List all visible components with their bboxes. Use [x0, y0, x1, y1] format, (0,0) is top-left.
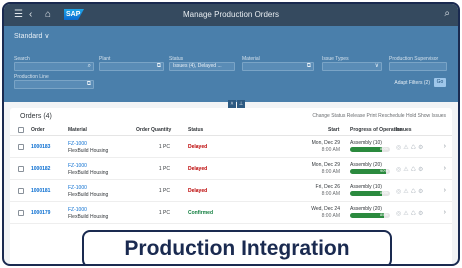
material-name: FlexBuild Housing: [68, 170, 109, 176]
chevron-right-icon[interactable]: ›: [444, 209, 446, 216]
material-id-link[interactable]: FZ-1000: [68, 163, 87, 169]
issue-icons[interactable]: ◎⚠♺⚙: [396, 166, 425, 173]
operation-label[interactable]: Assembly (20): [350, 162, 382, 168]
shell-bar: ☰ ‹ ⌂ SAP Manage Production Orders ⌕: [4, 4, 458, 26]
column-header-material[interactable]: Material: [68, 127, 87, 133]
progress-fill: [350, 213, 384, 218]
row-checkbox[interactable]: [18, 188, 24, 194]
order-link[interactable]: 1000179: [31, 210, 50, 216]
column-header-status[interactable]: Status: [188, 127, 203, 133]
start-time: 8:00 AM: [321, 147, 340, 153]
operation-label[interactable]: Assembly (20): [350, 206, 382, 212]
chevron-right-icon[interactable]: ›: [444, 165, 446, 172]
value-help-icon[interactable]: ⧉: [87, 81, 91, 88]
material-id-link[interactable]: FZ-1000: [68, 141, 87, 147]
progress-percent: 80%: [379, 147, 388, 151]
go-button[interactable]: Go: [434, 78, 446, 87]
issue-icons[interactable]: ◎⚠♺⚙: [396, 144, 425, 151]
material-name: FlexBuild Housing: [68, 148, 109, 154]
progress-bar: 80%: [350, 191, 390, 196]
status-text: Delayed: [188, 144, 208, 150]
column-header-start[interactable]: Start: [328, 127, 339, 133]
table-row[interactable]: 1000179 FZ-1000 FlexBuild Housing 1 PC Confi…: [10, 203, 452, 224]
material-id-link[interactable]: FZ-1000: [68, 207, 87, 213]
progress-fill: [350, 191, 382, 196]
adapt-filters-button[interactable]: Adapt Filters (2): [394, 80, 430, 86]
issue-icons[interactable]: ◎⚠♺⚙: [396, 210, 425, 217]
order-link[interactable]: 1000181: [31, 188, 50, 194]
progress-percent: 85%: [379, 213, 388, 217]
search-icon[interactable]: ⌕: [444, 8, 450, 19]
chevron-right-icon[interactable]: ›: [444, 187, 446, 194]
order-quantity: 1 PC: [158, 188, 170, 194]
column-header-quantity[interactable]: Order Quantity: [136, 127, 171, 133]
supervisor-field[interactable]: [389, 62, 447, 71]
caption-badge: Production Integration: [82, 230, 392, 264]
operation-label[interactable]: Assembly (10): [350, 140, 382, 146]
dropdown-icon[interactable]: ∨: [375, 63, 379, 70]
start-time: 8:00 AM: [321, 191, 340, 197]
start-date: Mon, Dec 29: [311, 140, 340, 146]
app-title[interactable]: Manage Production Orders: [4, 10, 458, 19]
select-all-checkbox[interactable]: [18, 127, 24, 133]
material-name: FlexBuild Housing: [68, 192, 109, 198]
start-date: Mon, Dec 29: [311, 162, 340, 168]
material-name: FlexBuild Housing: [68, 214, 109, 220]
row-checkbox[interactable]: [18, 166, 24, 172]
table-title: Orders (4): [20, 113, 52, 120]
column-header-issues[interactable]: Issues: [396, 127, 412, 133]
progress-bar: 80%: [350, 147, 390, 152]
collapse-icon[interactable]: ˄: [228, 100, 236, 108]
status-text: Delayed: [188, 166, 208, 172]
caption-text: Production Integration: [124, 237, 350, 260]
order-link[interactable]: 1000182: [31, 166, 50, 172]
material-id-link[interactable]: FZ-1000: [68, 185, 87, 191]
column-header-progress[interactable]: Progress of Operation: [350, 127, 403, 133]
value-help-icon[interactable]: ⧉: [307, 63, 311, 70]
table-toolbar[interactable]: Change Status Release Print Reschedule H…: [312, 113, 446, 119]
order-link[interactable]: 1000183: [31, 144, 50, 150]
start-date: Fri, Dec 26: [315, 184, 340, 190]
production-line-field[interactable]: ⧉: [14, 80, 94, 89]
plant-field[interactable]: ⧉: [99, 62, 164, 71]
issue-types-field[interactable]: ∨: [322, 62, 382, 71]
table-row[interactable]: 1000181 FZ-1000 FlexBuild Housing 1 PC Delay…: [10, 181, 452, 202]
progress-percent: 90%: [379, 169, 388, 173]
start-time: 8:00 AM: [321, 213, 340, 219]
status-text: Delayed: [188, 188, 208, 194]
table-row[interactable]: 1000182 FZ-1000 FlexBuild Housing 1 PC Delay…: [10, 159, 452, 180]
progress-percent: 80%: [379, 191, 388, 195]
table-header: Order Material Order Quantity Status Sta…: [10, 124, 452, 136]
progress-bar: 85%: [350, 213, 390, 218]
pin-icon[interactable]: ⊥: [237, 100, 245, 108]
value-help-icon[interactable]: ⧉: [157, 63, 161, 70]
column-header-order[interactable]: Order: [31, 127, 45, 133]
order-quantity: 1 PC: [158, 166, 170, 172]
start-time: 8:00 AM: [321, 169, 340, 175]
chevron-right-icon[interactable]: ›: [444, 143, 446, 150]
order-quantity: 1 PC: [158, 210, 170, 216]
table-row[interactable]: 1000183 FZ-1000 FlexBuild Housing 1 PC Delay…: [10, 137, 452, 158]
row-checkbox[interactable]: [18, 144, 24, 150]
search-input[interactable]: ⌕: [14, 62, 94, 71]
material-field[interactable]: ⧉: [242, 62, 314, 71]
variant-selector[interactable]: Standard ∨: [14, 32, 49, 40]
header-collapse-controls: ˄ ⊥: [228, 92, 246, 108]
status-text: Confirmed: [188, 210, 213, 216]
row-checkbox[interactable]: [18, 210, 24, 216]
search-icon: ⌕: [87, 63, 91, 69]
progress-bar: 90%: [350, 169, 390, 174]
operation-label[interactable]: Assembly (10): [350, 184, 382, 190]
start-date: Wed, Dec 24: [311, 206, 340, 212]
app-frame: ☰ ‹ ⌂ SAP Manage Production Orders ⌕ Sta…: [2, 2, 460, 266]
filter-bar: Standard ∨ Search ⌕ Plant ⧉ Status Issue…: [4, 26, 458, 102]
status-field[interactable]: Issues (4), Delayed ...: [169, 62, 235, 71]
issue-icons[interactable]: ◎⚠♺⚙: [396, 188, 425, 195]
progress-fill: [350, 147, 382, 152]
order-quantity: 1 PC: [158, 144, 170, 150]
